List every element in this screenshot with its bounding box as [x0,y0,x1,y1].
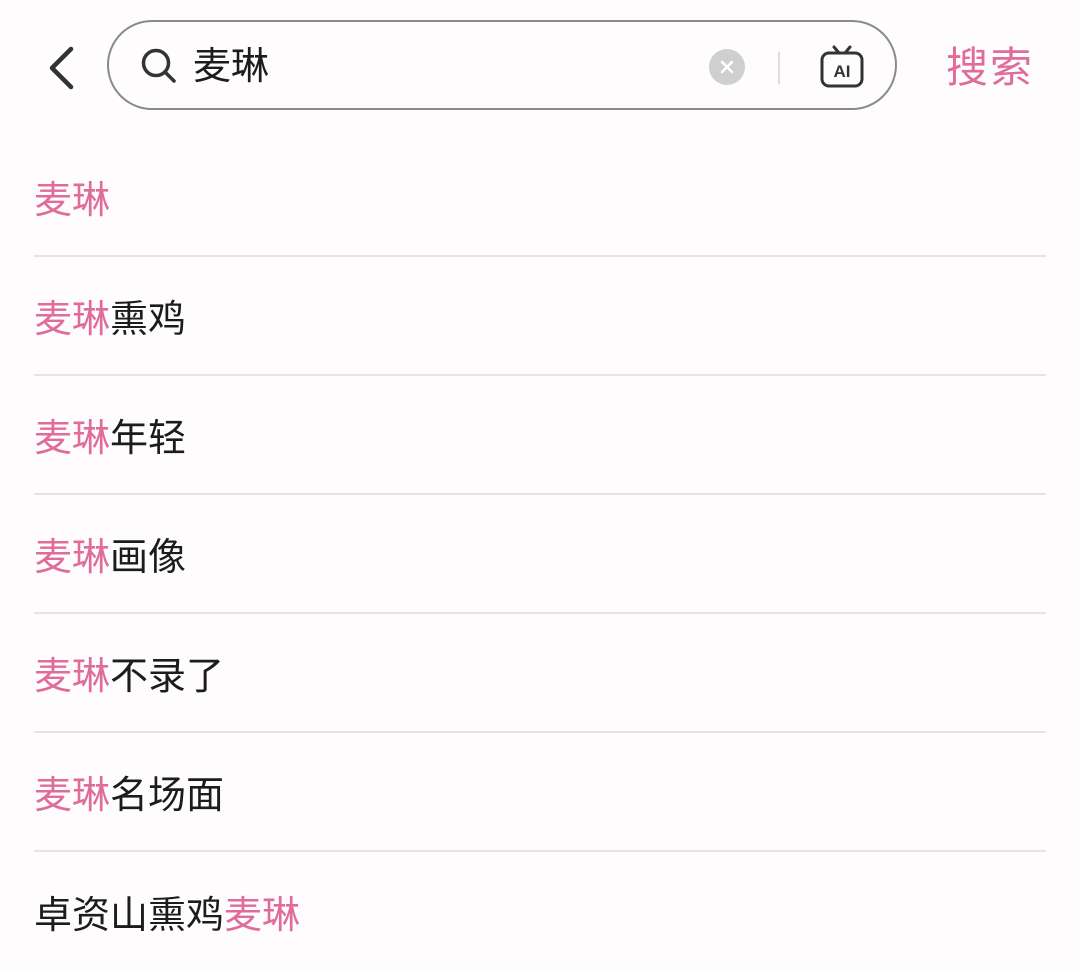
ai-label: AI [834,62,851,81]
back-button[interactable] [36,38,86,98]
search-header: AI 搜索 [0,0,1080,135]
chevron-left-icon [49,46,74,90]
search-submit-button[interactable]: 搜索 [946,38,1034,98]
search-box[interactable]: AI [107,20,897,110]
suggestion-extra-text: 名场面 [110,773,225,817]
search-box-divider [778,52,780,84]
suggestion-match-text: 麦琳 [34,297,111,341]
suggestion-item[interactable]: 麦琳 年轻 [34,376,1046,495]
clear-icon [720,60,734,74]
ai-tv-icon[interactable]: AI [817,42,867,92]
suggestion-match-text: 麦琳 [34,654,111,698]
suggestion-match-text: 麦琳 [34,416,111,460]
suggestion-extra-text: 卓资山熏鸡 [34,893,225,937]
search-icon [141,48,176,83]
suggestion-item[interactable]: 麦琳 画像 [34,495,1046,614]
search-input[interactable] [193,36,693,96]
suggestion-match-text: 麦琳 [34,535,111,579]
suggestion-item[interactable]: 麦琳 [34,138,1046,257]
suggestion-extra-text: 熏鸡 [110,297,187,341]
clear-button[interactable] [709,49,745,85]
suggestion-item[interactable]: 卓资山熏鸡 麦琳 [34,852,1046,971]
suggestion-item[interactable]: 麦琳 不录了 [34,614,1046,733]
suggestion-item[interactable]: 麦琳 熏鸡 [34,257,1046,376]
suggestion-item[interactable]: 麦琳 名场面 [34,733,1046,852]
suggestion-match-text: 麦琳 [34,178,111,222]
suggestion-list: 麦琳 麦琳 熏鸡 麦琳 年轻 麦琳 画像 麦琳 不录了 麦琳 名场面 卓资山熏鸡 麦琳 [34,138,1046,971]
suggestion-extra-text: 年轻 [110,416,187,460]
suggestion-match-text: 麦琳 [34,773,111,817]
suggestion-extra-text: 不录了 [110,654,225,698]
suggestion-match-text: 麦琳 [224,893,301,937]
suggestion-extra-text: 画像 [110,535,187,579]
